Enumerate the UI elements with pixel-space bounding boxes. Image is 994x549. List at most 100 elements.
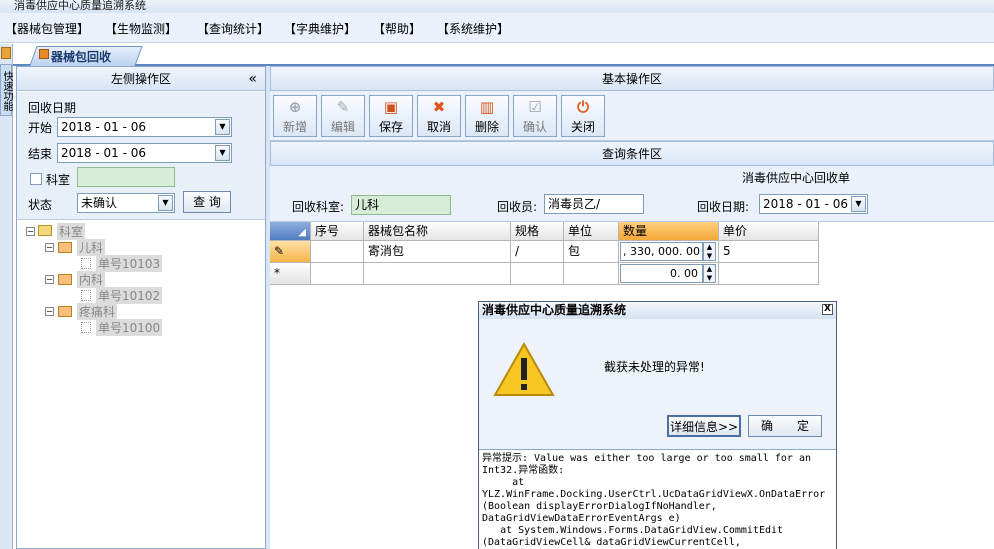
query-button[interactable]: 查 询	[183, 191, 231, 213]
cell-spec[interactable]	[511, 263, 564, 285]
cancel-icon: ✖	[432, 98, 446, 116]
chevron-down-icon[interactable]: ▼	[851, 196, 866, 212]
tab-recycle-icon	[39, 49, 49, 59]
recycle-date-picker[interactable]: 2018 - 01 - 06 ▼	[759, 194, 868, 214]
tab-instrument-recycle[interactable]: 器械包回收	[51, 48, 111, 65]
recycle-date-label: 回收日期:	[697, 200, 750, 214]
recycle-dept-label: 回收科室:	[292, 200, 345, 214]
qty-input[interactable]: , 330, 000. 00	[620, 242, 703, 261]
power-icon: ⏻	[577, 98, 589, 116]
basic-ops-header: 基本操作区	[270, 66, 994, 91]
left-panel-title: 左侧操作区	[110, 72, 171, 86]
col-header-unit[interactable]: 单位	[564, 222, 619, 241]
cell-price[interactable]: 5	[719, 241, 819, 263]
collapse-node-icon[interactable]: −	[45, 307, 54, 316]
cell-name[interactable]: 寄消包	[364, 241, 511, 263]
save-icon: ▣	[383, 98, 399, 116]
tree-dept-pain[interactable]: 疼痛科	[77, 303, 118, 320]
col-header-spec[interactable]: 规格	[511, 222, 564, 241]
cell-name[interactable]	[364, 263, 511, 285]
tree-order[interactable]: 单号10102	[96, 287, 163, 304]
qty-input[interactable]: 0. 00	[620, 264, 703, 283]
tree-dept-internal[interactable]: 内科	[77, 271, 106, 288]
qty-stepper[interactable]: , 330, 000. 00 ▲ ▼	[619, 241, 719, 263]
grid-corner: ◢	[270, 222, 311, 241]
start-date-picker[interactable]: 2018 - 01 - 06 ▼	[57, 117, 232, 137]
cancel-button[interactable]: ✖ 取消	[417, 95, 461, 137]
window-title: 消毒供应中心质量追溯系统	[14, 0, 146, 12]
cell-unit[interactable]	[564, 263, 619, 285]
collapse-node-icon[interactable]: −	[45, 275, 54, 284]
dept-label: 科室	[46, 173, 71, 187]
menu-instrument-pack[interactable]: 【器械包管理】	[5, 20, 89, 37]
document-icon	[81, 290, 91, 301]
delete-icon: ▥	[479, 98, 495, 116]
query-conditions-header: 查询条件区	[270, 141, 994, 166]
app-icon	[1, 47, 11, 59]
qty-stepper[interactable]: 0. 00 ▲ ▼	[619, 263, 719, 285]
spin-icon[interactable]: ▲ ▼	[703, 242, 716, 261]
tree-root[interactable]: 科室	[57, 223, 86, 240]
menu-query-stats[interactable]: 【查询统计】	[197, 20, 269, 37]
end-date-picker[interactable]: 2018 - 01 - 06 ▼	[57, 143, 232, 163]
cell-spec[interactable]: /	[511, 241, 564, 263]
document-icon	[81, 322, 91, 333]
col-header-name[interactable]: 器械包名称	[364, 222, 511, 241]
menu-bio-monitoring[interactable]: 【生物监测】	[105, 20, 177, 37]
close-icon[interactable]: X	[822, 304, 833, 315]
cell-price[interactable]	[719, 263, 819, 285]
end-date-value: 2018 - 01 - 06	[61, 146, 146, 160]
recycle-date-label: 回收日期	[28, 101, 77, 115]
basic-ops-title: 基本操作区	[601, 72, 662, 86]
spin-icon[interactable]: ▲ ▼	[703, 264, 716, 283]
left-panel-header: 左侧操作区 «	[17, 67, 265, 91]
confirm-button[interactable]: ☑ 确认	[513, 95, 557, 137]
start-date-value: 2018 - 01 - 06	[61, 120, 146, 134]
col-header-price[interactable]: 单价	[719, 222, 819, 241]
status-value: 未确认	[81, 196, 118, 210]
error-dialog: 消毒供应中心质量追溯系统 X 截获未处理的异常! 详细信息>> 确 定 异常提示…	[478, 301, 837, 549]
dialog-title: 消毒供应中心质量追溯系统	[482, 303, 627, 317]
cell-seq[interactable]	[311, 241, 364, 263]
menu-dictionary[interactable]: 【字典维护】	[284, 20, 356, 37]
exception-details-text[interactable]: 异常提示: Value was either too large or too …	[479, 449, 836, 549]
col-header-seq[interactable]: 序号	[311, 222, 364, 241]
recycler-input[interactable]: 消毒员乙/	[544, 194, 644, 214]
dialog-title-bar: 消毒供应中心质量追溯系统 X	[479, 302, 836, 319]
details-button[interactable]: 详细信息>>	[667, 415, 741, 437]
document-tab-bar: 器械包回收	[13, 44, 994, 66]
ok-button[interactable]: 确 定	[748, 415, 822, 437]
document-icon	[81, 258, 91, 269]
cell-seq[interactable]	[311, 263, 364, 285]
dept-node-icon	[58, 242, 72, 253]
chevron-down-icon[interactable]: ▼	[158, 195, 173, 211]
tree-order[interactable]: 单号10103	[96, 255, 163, 272]
query-conditions-title: 查询条件区	[601, 147, 662, 161]
dept-input[interactable]	[77, 167, 175, 187]
collapse-node-icon[interactable]: −	[45, 243, 54, 252]
query-form: 消毒供应中心回收单 回收科室: 儿科 回收员: 消毒员乙/ 回收日期: 2018…	[270, 166, 994, 222]
new-row-marker[interactable]: *	[270, 263, 311, 285]
confirm-icon: ☑	[528, 98, 542, 116]
quick-function-tab[interactable]: 快速功能	[0, 64, 12, 116]
row-edit-marker[interactable]: ✎	[270, 241, 311, 263]
col-header-qty[interactable]: 数量	[619, 222, 719, 241]
menu-system[interactable]: 【系统维护】	[437, 20, 509, 37]
collapse-icon[interactable]: «	[248, 67, 257, 91]
edit-icon: ✎	[336, 98, 350, 116]
dept-checkbox[interactable]	[30, 173, 42, 185]
delete-button[interactable]: ▥ 删除	[465, 95, 509, 137]
chevron-down-icon[interactable]: ▼	[215, 145, 230, 161]
close-button[interactable]: ⏻ 关闭	[561, 95, 605, 137]
menu-help[interactable]: 【帮助】	[373, 20, 421, 37]
status-select[interactable]: 未确认 ▼	[77, 193, 175, 213]
chevron-down-icon[interactable]: ▼	[215, 119, 230, 135]
cell-unit[interactable]: 包	[564, 241, 619, 263]
recycle-dept-input[interactable]: 儿科	[351, 195, 451, 215]
add-button[interactable]: ⊕ 新增	[273, 95, 317, 137]
edit-button[interactable]: ✎ 编辑	[321, 95, 365, 137]
tree-order[interactable]: 单号10100	[96, 319, 163, 336]
collapse-node-icon[interactable]: −	[26, 227, 35, 236]
save-button[interactable]: ▣ 保存	[369, 95, 413, 137]
tree-dept-pediatrics[interactable]: 儿科	[77, 239, 106, 256]
